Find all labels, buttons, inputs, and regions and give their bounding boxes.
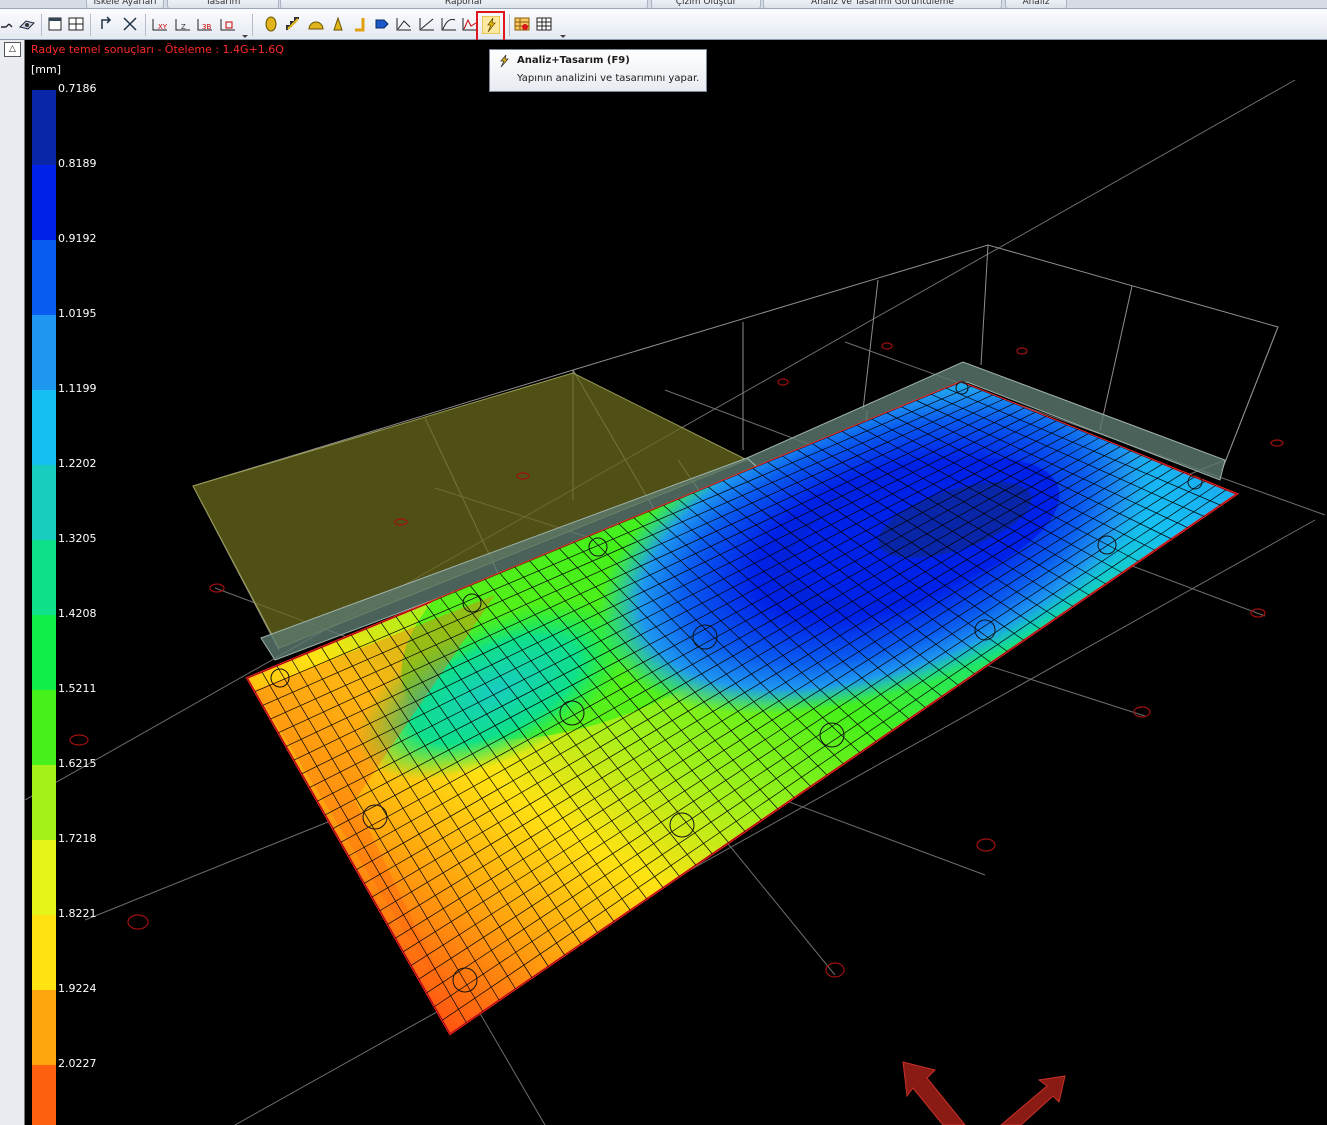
legend-band [32,315,56,390]
legend-band [32,390,56,465]
beam-3d-icon[interactable]: 3B [196,15,214,33]
legend-color-bar [32,90,56,1125]
tab-cizim-olustur[interactable]: Çizim Oluştur [651,0,761,8]
graph-line-icon[interactable] [418,15,436,33]
window-icon[interactable] [46,15,64,33]
legend-value: 1.4208 [58,607,97,620]
3d-scene[interactable] [25,40,1327,1125]
legend-value: 1.0195 [58,307,97,320]
legend-value: 1.9224 [58,982,97,995]
legend-band [32,915,56,990]
table-grid-icon[interactable] [535,15,553,33]
legend-band [32,165,56,240]
legend-value: 1.1199 [58,382,97,395]
beam-xz-icon[interactable]: Z [174,15,192,33]
tab-raporlar[interactable]: Raporlar [280,0,648,8]
tab-analiz[interactable]: Analiz [1005,0,1067,8]
legend-band [32,990,56,1065]
legend-value: 2.0227 [58,1057,97,1070]
tab-iskele-ayarlari[interactable]: İskele Ayarları [86,0,164,8]
legend-band [32,240,56,315]
collapse-button[interactable]: △ [4,42,21,57]
graph-axis-icon[interactable] [395,15,413,33]
legend-band [32,540,56,615]
copy-icon[interactable] [98,15,116,33]
3d-viewport[interactable]: Radye temel sonuçları - Öteleme : 1.4G+1… [25,40,1327,1125]
toolbar-overflow-icon-2[interactable] [560,25,566,39]
tab-tasarim[interactable]: Tasarım [167,0,279,8]
legend-value: 1.7218 [58,832,97,845]
legend-value: 1.2202 [58,457,97,470]
tooltip-description: Yapının analizini ve tasarımını yapar. [517,73,700,84]
svg-text:3B: 3B [202,23,211,31]
ribbon-tab-strip: İskele Ayarları Tasarım Raporlar Çizim O… [0,0,1327,9]
graph-curve-icon[interactable] [440,15,458,33]
unit-label: [mm] [31,63,62,76]
dome-icon[interactable] [307,15,325,33]
legend-band [32,690,56,765]
beam-xy-icon[interactable]: XY [151,15,169,33]
legend-value: 1.3205 [58,532,97,545]
legend-band [32,840,56,915]
legend-value: 1.8221 [58,907,97,920]
grid-window-icon[interactable] [67,15,85,33]
legend-band [32,90,56,165]
toolbar: XY Z 3B [0,9,1327,40]
legend-value: 0.7186 [58,82,97,95]
legend-value: 1.6215 [58,757,97,770]
left-side-pane: △ [0,40,25,1125]
legend-band [32,615,56,690]
view-3d-icon[interactable] [18,15,36,33]
tooltip: Analiz+Tasarım (F9) Yapının analizini ve… [489,49,707,92]
analysis-design-icon [497,54,511,68]
stair-icon[interactable] [284,15,302,33]
legend-band [32,765,56,840]
legend-band [32,1065,56,1125]
tab-analiz-tasarim-goruntuleme[interactable]: Analiz ve Tasarımı Görüntüleme [763,0,1002,8]
post-icon[interactable] [329,15,347,33]
result-title: Radye temel sonuçları - Öteleme : 1.4G+1… [31,43,284,56]
section-icon[interactable] [219,15,237,33]
svg-text:XY: XY [158,23,168,31]
report-table-icon[interactable] [513,15,531,33]
toolbar-overflow-icon[interactable] [242,25,248,39]
legend-value: 1.5211 [58,682,97,695]
legend-value: 0.8189 [58,157,97,170]
legend-band [32,465,56,540]
move-icon[interactable] [121,15,139,33]
svg-text:Z: Z [181,23,186,31]
column-icon[interactable] [262,15,280,33]
orientation-arrows-icon [902,1061,1066,1125]
wall-icon[interactable] [351,15,369,33]
tooltip-title: Analiz+Tasarım (F9) [517,55,630,66]
slab-icon[interactable] [373,15,391,33]
axis-icon[interactable] [0,15,18,33]
legend-value: 0.9192 [58,232,97,245]
